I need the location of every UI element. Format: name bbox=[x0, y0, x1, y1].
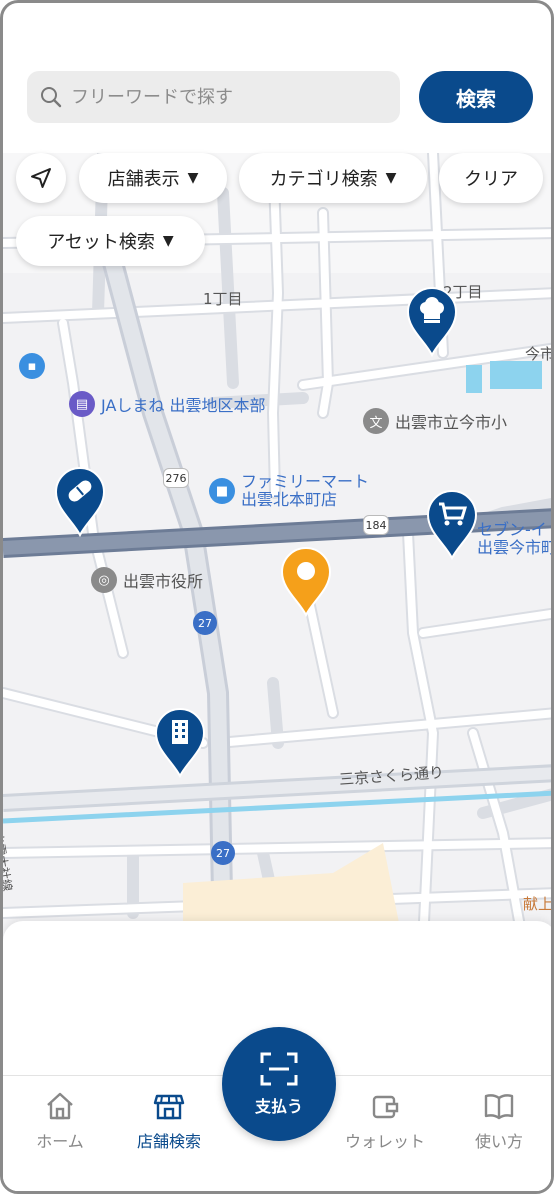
pay-button[interactable]: 支払う bbox=[222, 1027, 336, 1141]
search-input[interactable] bbox=[71, 86, 371, 108]
poi-seven[interactable]: セブン-イ 出雲今市町 bbox=[477, 520, 554, 557]
book-icon bbox=[484, 1094, 514, 1120]
poi-famima[interactable]: ■ ファミリーマート 出雲北本町店 bbox=[209, 473, 369, 509]
chevron-down-icon: ▼ bbox=[385, 170, 397, 186]
scan-icon bbox=[260, 1052, 298, 1086]
tab-wallet-label: ウォレット bbox=[344, 1132, 425, 1151]
store-display-label: 店舗表示 bbox=[107, 169, 180, 190]
route-27-a: 27 bbox=[193, 611, 217, 635]
poi-school-label: 出雲市立今市小 bbox=[395, 413, 508, 432]
pin-pharmacy-icon[interactable] bbox=[53, 465, 107, 537]
poi-school[interactable]: 文 出雲市立今市小 bbox=[363, 408, 507, 434]
search-icon bbox=[41, 87, 62, 108]
shopping-bag-icon: ■ bbox=[209, 478, 235, 504]
store-icon bbox=[153, 1094, 185, 1120]
current-location-button[interactable] bbox=[16, 153, 66, 203]
home-icon bbox=[47, 1092, 73, 1120]
tab-store-search-label: 店舗検索 bbox=[136, 1132, 201, 1151]
tab-howto[interactable]: 使い方 bbox=[444, 1090, 551, 1152]
chevron-down-icon: ▼ bbox=[162, 233, 174, 249]
wallet-icon bbox=[372, 1095, 399, 1119]
building-icon: ▤ bbox=[69, 391, 95, 417]
poi-seven-label1: セブン-イ bbox=[477, 520, 547, 539]
pin-cart-icon[interactable] bbox=[425, 488, 479, 560]
category-search-label: カテゴリ検索 bbox=[269, 169, 378, 190]
poi-famima-label1: ファミリーマート bbox=[241, 472, 370, 491]
asset-search-label: アセット検索 bbox=[47, 232, 155, 253]
poi-ja-label: JAしまね 出雲地区本部 bbox=[101, 396, 266, 415]
poi-shop-left[interactable]: ▪ bbox=[19, 353, 45, 379]
search-field[interactable] bbox=[27, 71, 400, 123]
tab-store-search[interactable]: 店舗検索 bbox=[114, 1090, 224, 1152]
pin-restaurant-icon[interactable] bbox=[405, 285, 459, 357]
clear-label: クリア bbox=[464, 169, 518, 190]
tab-home-label: ホーム bbox=[36, 1132, 84, 1151]
navigation-arrow-icon bbox=[31, 168, 51, 188]
asset-search-dropdown[interactable]: アセット検索 ▼ bbox=[16, 216, 205, 266]
tab-home[interactable]: ホーム bbox=[5, 1090, 115, 1152]
app-frame: 1丁目 2丁目 今市 ▤ JAしまね 出雲地区本部 文 出雲市立今市小 ■ ファ… bbox=[0, 0, 554, 1194]
school-icon: 文 bbox=[363, 408, 389, 434]
route-184: 184 bbox=[363, 515, 389, 535]
store-display-dropdown[interactable]: 店舗表示 ▼ bbox=[79, 153, 227, 203]
poi-ja[interactable]: ▤ JAしまね 出雲地区本部 bbox=[69, 391, 265, 417]
current-location-pin-icon[interactable] bbox=[279, 545, 333, 617]
map-label-chome1: 1丁目 bbox=[203, 290, 243, 308]
government-icon: ◎ bbox=[91, 567, 117, 593]
poi-cityhall[interactable]: ◎ 出雲市役所 bbox=[91, 567, 203, 593]
category-search-dropdown[interactable]: カテゴリ検索 ▼ bbox=[239, 153, 427, 203]
clear-button[interactable]: クリア bbox=[439, 153, 543, 203]
poi-seven-label2: 出雲今市町 bbox=[477, 538, 554, 557]
tab-howto-label: 使い方 bbox=[474, 1132, 523, 1151]
map[interactable]: 1丁目 2丁目 今市 ▤ JAしまね 出雲地区本部 文 出雲市立今市小 ■ ファ… bbox=[3, 153, 554, 943]
poi-famima-label2: 出雲北本町店 bbox=[241, 490, 338, 509]
search-button[interactable]: 検索 bbox=[419, 71, 533, 123]
route-276: 276 bbox=[163, 468, 189, 488]
chevron-down-icon: ▼ bbox=[187, 170, 199, 186]
pay-label: 支払う bbox=[254, 1097, 303, 1116]
cart-small-icon: ▪ bbox=[19, 353, 45, 379]
poi-cityhall-label: 出雲市役所 bbox=[123, 572, 204, 591]
pin-office-building-icon[interactable] bbox=[153, 706, 207, 778]
route-27-b: 27 bbox=[211, 841, 235, 865]
map-label-imaichi: 今市 bbox=[525, 345, 554, 363]
tab-wallet[interactable]: ウォレット bbox=[330, 1090, 440, 1152]
map-label-kenjo: 献上 bbox=[523, 895, 554, 913]
